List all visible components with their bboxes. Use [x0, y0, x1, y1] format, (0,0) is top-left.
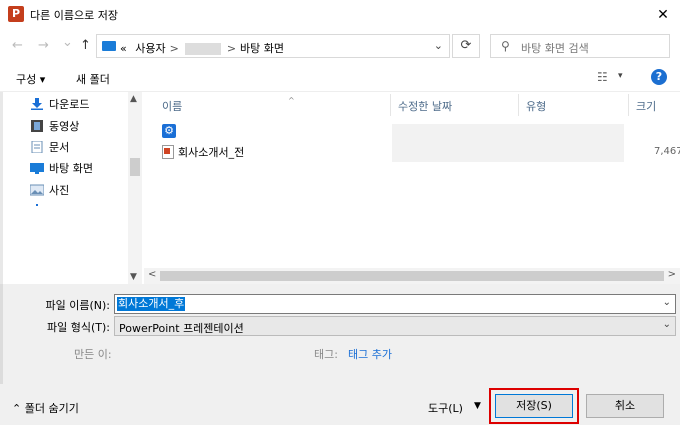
nav-item-label: 바탕 화면: [49, 162, 93, 175]
address-row: ← → ⌄ ↑ « 사용자 > > 바탕 화면 ⌄ ⟳ ⚲ 바탕 화면 검색: [0, 30, 680, 62]
search-icon: ⚲: [501, 39, 510, 53]
filename-label: 파일 이름(N):: [45, 299, 111, 312]
up-folder-button[interactable]: ↑: [80, 39, 91, 53]
left-edge: [0, 284, 3, 384]
filename-value[interactable]: 회사소개서_후: [117, 297, 186, 311]
column-label: 이름: [162, 100, 183, 113]
address-bar[interactable]: « 사용자 > > 바탕 화면 ⌄: [96, 34, 450, 58]
tools-dropdown-icon[interactable]: ▼: [474, 401, 481, 411]
scroll-thumb[interactable]: [160, 271, 664, 281]
scroll-down-icon[interactable]: ▼: [130, 272, 137, 282]
sort-ascending-icon: ^: [288, 96, 295, 105]
new-folder-button[interactable]: 새 폴더: [76, 71, 110, 87]
filetype-value: PowerPoint 프레젠테이션: [119, 322, 244, 335]
close-button[interactable]: ✕: [652, 4, 674, 26]
pictures-icon: [29, 184, 45, 196]
nav-item-desktop[interactable]: 바탕 화면: [30, 160, 93, 178]
address-dropdown-icon[interactable]: ⌄: [434, 39, 443, 52]
column-header-modified[interactable]: 수정한 날짜: [398, 98, 452, 120]
filetype-select[interactable]: PowerPoint 프레젠테이션 ⌄: [114, 316, 676, 336]
scroll-thumb[interactable]: [130, 158, 140, 176]
column-header-type[interactable]: 유형: [526, 98, 546, 120]
forward-button[interactable]: →: [38, 39, 49, 53]
title-bar: P 다른 이름으로 저장 ✕: [0, 0, 680, 30]
chevron-right-icon[interactable]: >: [223, 42, 240, 55]
download-icon: [30, 98, 44, 110]
help-icon[interactable]: ?: [651, 69, 667, 85]
desktop-icon: [30, 162, 44, 174]
file-size: 7,467: [654, 146, 680, 157]
video-icon: [30, 120, 44, 132]
cancel-button[interactable]: 취소: [586, 394, 664, 418]
column-header-name[interactable]: 이름 ^: [162, 96, 295, 120]
breadcrumb-desktop[interactable]: 바탕 화면: [240, 42, 284, 55]
column-header-size[interactable]: 크기: [636, 98, 656, 120]
scroll-right-icon[interactable]: >: [668, 269, 676, 280]
filename-field[interactable]: 회사소개서_후 ⌄: [114, 294, 676, 314]
window-title: 다른 이름으로 저장: [30, 9, 118, 22]
column-divider[interactable]: [518, 94, 519, 116]
nav-scrollbar[interactable]: ▲ ▼: [128, 92, 142, 284]
nav-item-documents[interactable]: 문서: [30, 139, 69, 157]
file-list: 이름 ^ 수정한 날짜 유형 크기 ⚙ 회사소개서_전 7,467: [144, 92, 680, 284]
this-pc-icon: [102, 41, 116, 51]
scroll-up-icon[interactable]: ▲: [130, 94, 137, 104]
column-divider[interactable]: [390, 94, 391, 116]
refresh-button[interactable]: ⟳: [452, 34, 480, 58]
tools-button[interactable]: 도구(L): [428, 400, 463, 416]
scroll-left-icon[interactable]: <: [148, 269, 156, 280]
breadcrumb-users[interactable]: 사용자: [130, 42, 165, 55]
nav-item-label: 문서: [49, 141, 70, 154]
hide-folders-button[interactable]: ⌃ 폴더 숨기기: [12, 400, 79, 416]
nav-item-downloads[interactable]: 다운로드: [30, 96, 89, 114]
column-divider[interactable]: [628, 94, 629, 116]
pptx-file-icon: [162, 145, 174, 159]
breadcrumb: « 사용자 > > 바탕 화면: [120, 40, 284, 56]
command-bar: 구성 ▾ 새 폴더 ☷ ▾ ?: [0, 62, 680, 92]
search-placeholder: 바탕 화면 검색: [521, 42, 589, 55]
back-button[interactable]: ←: [12, 39, 23, 53]
save-button[interactable]: 저장(S): [495, 394, 573, 418]
nav-item-pictures[interactable]: 사진: [29, 182, 70, 200]
chevron-down-icon[interactable]: ⌄: [663, 319, 671, 330]
nav-item-label: 사진: [49, 184, 70, 197]
add-tag-link[interactable]: 태그 추가: [348, 346, 392, 362]
redacted-details: [392, 124, 624, 162]
chevron-down-icon[interactable]: ⌄: [663, 297, 671, 308]
settings-app-icon[interactable]: ⚙: [162, 124, 176, 138]
file-list-hscrollbar[interactable]: < >: [144, 268, 680, 284]
breadcrumb-overflow[interactable]: «: [120, 42, 127, 55]
save-form: 파일 이름(N): 회사소개서_후 ⌄ 파일 형식(T): PowerPoint…: [0, 284, 680, 425]
nav-item-label: 다운로드: [49, 98, 90, 111]
organize-button[interactable]: 구성 ▾: [16, 71, 45, 87]
file-name: 회사소개서_전: [178, 146, 245, 159]
nav-item-label: 동영상: [49, 120, 80, 133]
navigation-pane: 다운로드 동영상 문서 바탕 화면 사진: [0, 92, 142, 284]
author-label: 만든 이:: [74, 348, 112, 361]
view-options-icon[interactable]: ☷: [597, 70, 608, 84]
powerpoint-app-icon: P: [8, 6, 24, 22]
overflow-indicator: [36, 204, 38, 206]
file-row[interactable]: 회사소개서_전: [162, 144, 244, 162]
filetype-label: 파일 형식(T):: [47, 321, 110, 334]
breadcrumb-user-redacted[interactable]: [184, 43, 221, 55]
view-dropdown-icon[interactable]: ▾: [618, 71, 623, 81]
nav-item-videos[interactable]: 동영상: [30, 118, 79, 136]
tags-label: 태그:: [314, 348, 338, 361]
search-input[interactable]: ⚲ 바탕 화면 검색: [490, 34, 670, 58]
chevron-right-icon[interactable]: >: [166, 42, 183, 55]
document-icon: [30, 140, 44, 154]
recent-locations-button[interactable]: ⌄: [62, 36, 73, 50]
